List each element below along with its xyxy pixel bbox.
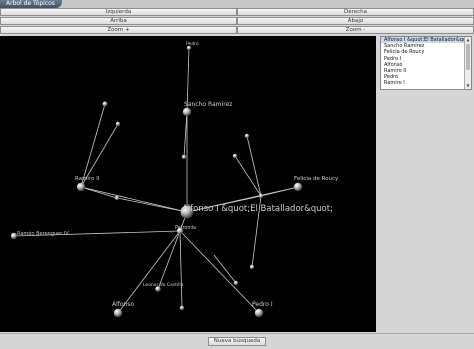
graph-node-label: Ramiro II [75, 176, 100, 182]
graph-edge [260, 186, 299, 197]
graph-node-label: Ramón Berenguer IV [17, 230, 69, 237]
graph-node[interactable] [293, 182, 303, 192]
graph-node-label: Pedro I [252, 301, 273, 308]
graph-node[interactable] [179, 305, 185, 311]
graph-node[interactable] [115, 121, 121, 127]
window-title: Árbol de Tópicos [0, 0, 62, 8]
up-button[interactable]: Arriba [0, 17, 237, 25]
graph-node[interactable] [233, 280, 239, 286]
graph-node-label: Alfonso [112, 301, 134, 308]
scroll-down-icon[interactable]: ▼ [465, 83, 471, 89]
graph-edge [80, 103, 106, 188]
graph-node[interactable] [258, 193, 264, 199]
graph-canvas[interactable]: Alfonso I &quot;El Batallador&quot; Pedro… [0, 36, 376, 332]
down-button[interactable]: Abajo [237, 17, 474, 25]
right-button[interactable]: Derecha [237, 8, 474, 16]
graph-node-label: Pedro [186, 41, 199, 47]
graph-edge [80, 186, 188, 213]
graph-svg[interactable]: Alfonso I &quot;El Batallador&quot; Pedro… [0, 36, 376, 332]
scroll-up-icon[interactable]: ▲ [465, 37, 471, 43]
zoom-out-button[interactable]: Zoom - [237, 26, 474, 34]
graph-node-label: Felicia de Roucy [294, 176, 339, 182]
graph-edge [80, 186, 118, 199]
graph-node-label: Leonor de Castilla [143, 282, 184, 288]
graph-node[interactable] [249, 264, 255, 270]
graph-edge [116, 197, 188, 213]
graph-node[interactable] [76, 182, 86, 192]
graph-node-label: Alfonso I &quot;El Batallador&quot; [182, 204, 333, 214]
new-search-button[interactable]: Nueva búsqueda [208, 337, 266, 346]
graph-edge [213, 254, 237, 284]
graph-edge [183, 111, 188, 158]
graph-edge [246, 135, 262, 197]
graph-node[interactable] [114, 195, 120, 201]
graph-edge [179, 230, 183, 309]
node-list[interactable]: Alfonso I &quot;El Batallador&quot; Sanc… [380, 36, 472, 90]
graph-node[interactable] [244, 133, 250, 139]
footer-bar: Nueva búsqueda [0, 333, 474, 349]
graph-node[interactable] [181, 154, 187, 160]
graph-edge [234, 155, 262, 197]
graph-node-label: Petronila [175, 225, 196, 231]
graph-nodes[interactable]: Alfonso I &quot;El Batallador&quot; Pedro… [10, 41, 339, 318]
graph-node-label: Sancho Ramírez [184, 101, 232, 108]
side-panel: Alfonso I &quot;El Batallador&quot; Sanc… [377, 34, 474, 334]
graph-node[interactable] [232, 153, 238, 159]
left-button[interactable]: Izquierda [0, 8, 237, 16]
zoom-in-button[interactable]: Zoom + [0, 26, 237, 34]
list-item[interactable]: Ramiro I [381, 80, 471, 86]
graph-edges [13, 47, 299, 314]
graph-node[interactable] [182, 107, 192, 117]
list-scrollbar[interactable]: ▲ ▼ [464, 37, 471, 89]
scroll-thumb[interactable] [466, 44, 470, 70]
graph-node[interactable] [113, 308, 123, 318]
graph-edge [179, 230, 260, 314]
graph-node[interactable] [102, 101, 108, 107]
graph-edge [157, 230, 181, 290]
graph-node[interactable] [254, 308, 264, 318]
